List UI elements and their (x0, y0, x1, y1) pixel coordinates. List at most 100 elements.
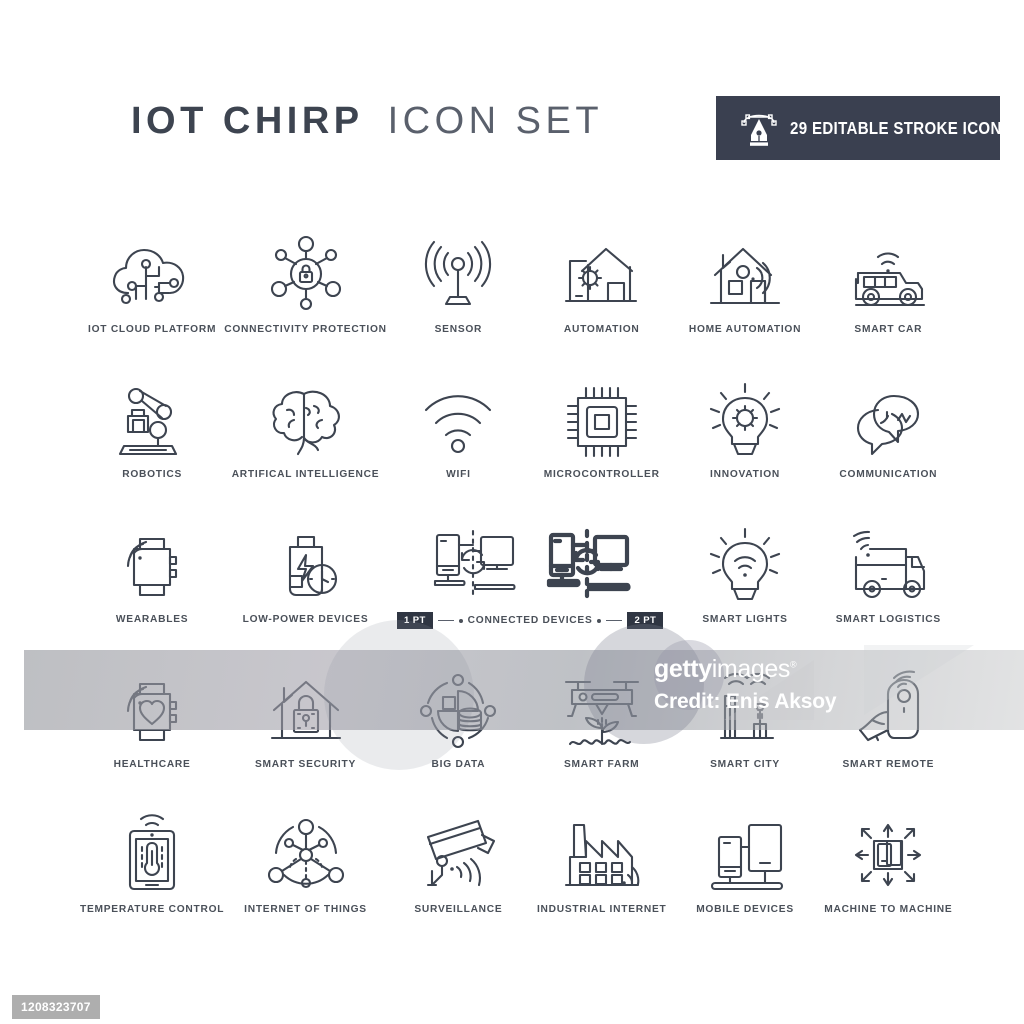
icon-label: SENSOR (434, 324, 483, 335)
pen-tool-icon (736, 105, 782, 151)
phone-monitor-icon (673, 808, 816, 900)
icon-cell-low-power-devices[interactable]: LOW-POWER DEVICES (224, 518, 387, 663)
icon-cell-smart-lights[interactable]: SMART LIGHTS (673, 518, 816, 663)
icon-cell-automation[interactable]: AUTOMATION (530, 228, 673, 373)
icon-label: CONNECTIVITY PROTECTION (224, 324, 387, 335)
icon-cell-connected-devices[interactable]: 1 PT CONNECTED DEVICES 2 PT (387, 518, 674, 663)
iot-network-icon (224, 808, 387, 900)
badge-label: 29 EDITABLE STROKE ICONS (790, 117, 1013, 138)
tablet-thermometer-icon (80, 808, 224, 900)
connector-line-left (437, 619, 454, 622)
icon-cell-wearables[interactable]: WEARABLES (80, 518, 224, 663)
icon-label: SMART CITY (710, 759, 780, 770)
icon-cell-smart-car[interactable]: SMART CAR (817, 228, 960, 373)
icon-cell-smart-farm[interactable]: SMART FARM (530, 663, 673, 808)
cctv-camera-icon (387, 808, 530, 900)
page-title: IOT CHIRP ICON SET (131, 100, 603, 143)
house-gear-tablet-icon (530, 228, 673, 320)
icon-cell-temperature-control[interactable]: TEMPERATURE CONTROL (80, 808, 224, 953)
stroke-weight-compare: 1 PT CONNECTED DEVICES 2 PT (396, 612, 664, 629)
robot-arm-icon (80, 373, 224, 465)
icon-cell-smart-remote[interactable]: SMART REMOTE (817, 663, 960, 808)
network-lock-icon (224, 228, 387, 320)
icon-label: ARTIFICAL INTELLIGENCE (231, 469, 380, 480)
connector-dot-left (458, 618, 463, 623)
icon-cell-robotics[interactable]: ROBOTICS (80, 373, 224, 518)
cpu-chip-icon (530, 373, 673, 465)
icon-label: MOBILE DEVICES (696, 904, 794, 915)
icon-label: WIFI (446, 469, 471, 480)
icon-label: SURVEILLANCE (414, 904, 503, 915)
icon-label: LOW-POWER DEVICES (242, 614, 369, 625)
icon-cell-microcontroller[interactable]: MICROCONTROLLER (530, 373, 673, 518)
header: IOT CHIRP ICON SET 29 EDITABLE STROKE IC… (0, 0, 1024, 185)
wifi-icon (387, 373, 530, 465)
house-padlock-icon (224, 663, 387, 755)
devices-sync-2pt (546, 528, 631, 600)
icon-cell-smart-city[interactable]: SMART CITY (673, 663, 816, 808)
car-signal-icon (817, 228, 960, 320)
icon-label: INDUSTRIAL INTERNET (536, 904, 667, 915)
icon-cell-iot-cloud-platform[interactable]: IOT CLOUD PLATFORM (80, 228, 224, 373)
brain-icon (224, 373, 387, 465)
icon-cell-wifi[interactable]: WIFI (387, 373, 530, 518)
devices-sync-icon (387, 518, 674, 610)
factory-signal-icon (530, 808, 673, 900)
icon-cell-surveillance[interactable]: SURVEILLANCE (387, 808, 530, 953)
getty-bold: getty (654, 655, 712, 683)
antenna-signal-icon (387, 228, 530, 320)
getty-light: images (711, 655, 791, 683)
smartwatch-signal-icon (80, 518, 224, 610)
icon-label: AUTOMATION (563, 324, 640, 335)
connector-dot-right (597, 618, 602, 623)
stroke-badge-2pt: 2 PT (627, 612, 664, 629)
icon-label: INNOVATION (710, 469, 780, 480)
bulb-wifi-icon (673, 518, 816, 610)
devices-sync-1pt (434, 529, 516, 599)
icon-cell-innovation[interactable]: INNOVATION (673, 373, 816, 518)
icon-cell-sensor[interactable]: SENSOR (387, 228, 530, 373)
icon-label: SMART CAR (854, 324, 923, 335)
icon-label: SMART FARM (564, 759, 640, 770)
icon-cell-smart-security[interactable]: SMART SECURITY (224, 663, 387, 808)
icon-cell-smart-logistics[interactable]: SMART LOGISTICS (817, 518, 960, 663)
title-suffix: ICON SET (387, 100, 604, 142)
icon-label: CONNECTED DEVICES (467, 615, 593, 626)
icon-label: MACHINE TO MACHINE (824, 904, 953, 915)
getty-credit-text: Credit: Enis Aksoy (654, 690, 837, 713)
asset-id-text: 1208323707 (21, 1000, 91, 1014)
icon-label: INTERNET OF THINGS (244, 904, 367, 915)
pie-database-icon (387, 663, 530, 755)
icon-cell-big-data[interactable]: BIG DATA (387, 663, 530, 808)
battery-clock-icon (224, 518, 387, 610)
speech-bubbles-icon (817, 373, 960, 465)
icon-cell-healthcare[interactable]: HEALTHCARE (80, 663, 224, 808)
truck-signal-icon (817, 518, 960, 610)
icon-cell-machine-to-machine[interactable]: MACHINE TO MACHINE (817, 808, 960, 953)
lightbulb-gear-icon (673, 373, 816, 465)
icon-label: COMMUNICATION (839, 469, 938, 480)
cloud-circuit-icon (80, 228, 224, 320)
icon-label: BIG DATA (431, 759, 486, 770)
icon-cell-industrial-internet[interactable]: INDUSTRIAL INTERNET (530, 808, 673, 953)
icon-cell-connectivity-protection[interactable]: CONNECTIVITY PROTECTION (224, 228, 387, 373)
icon-label: IOT CLOUD PLATFORM (88, 324, 217, 335)
icon-label: TEMPERATURE CONTROL (80, 904, 225, 915)
connector-line-right (606, 619, 623, 622)
icon-label: SMART LIGHTS (702, 614, 788, 625)
asset-id-badge: 1208323707 (12, 995, 100, 1019)
icon-cell-mobile-devices[interactable]: MOBILE DEVICES (673, 808, 816, 953)
icon-label: HOME AUTOMATION (688, 324, 802, 335)
icon-label: MICROCONTROLLER (543, 469, 660, 480)
editable-stroke-badge: 29 EDITABLE STROKE ICONS (716, 96, 1012, 160)
title-brand: IOT CHIRP (131, 100, 364, 142)
icon-cell-communication[interactable]: COMMUNICATION (817, 373, 960, 518)
icon-cell-internet-of-things[interactable]: INTERNET OF THINGS (224, 808, 387, 953)
icon-label: ROBOTICS (122, 469, 182, 480)
m2m-arrows-icon (817, 808, 960, 900)
icon-label: WEARABLES (115, 614, 189, 625)
icon-cell-artifical-intelligence[interactable]: ARTIFICAL INTELLIGENCE (224, 373, 387, 518)
icon-label: SMART REMOTE (842, 759, 935, 770)
icon-grid: IOT CLOUD PLATFORM CONNECTIVITY PROTECTI… (80, 228, 960, 953)
icon-cell-home-automation[interactable]: HOME AUTOMATION (673, 228, 816, 373)
